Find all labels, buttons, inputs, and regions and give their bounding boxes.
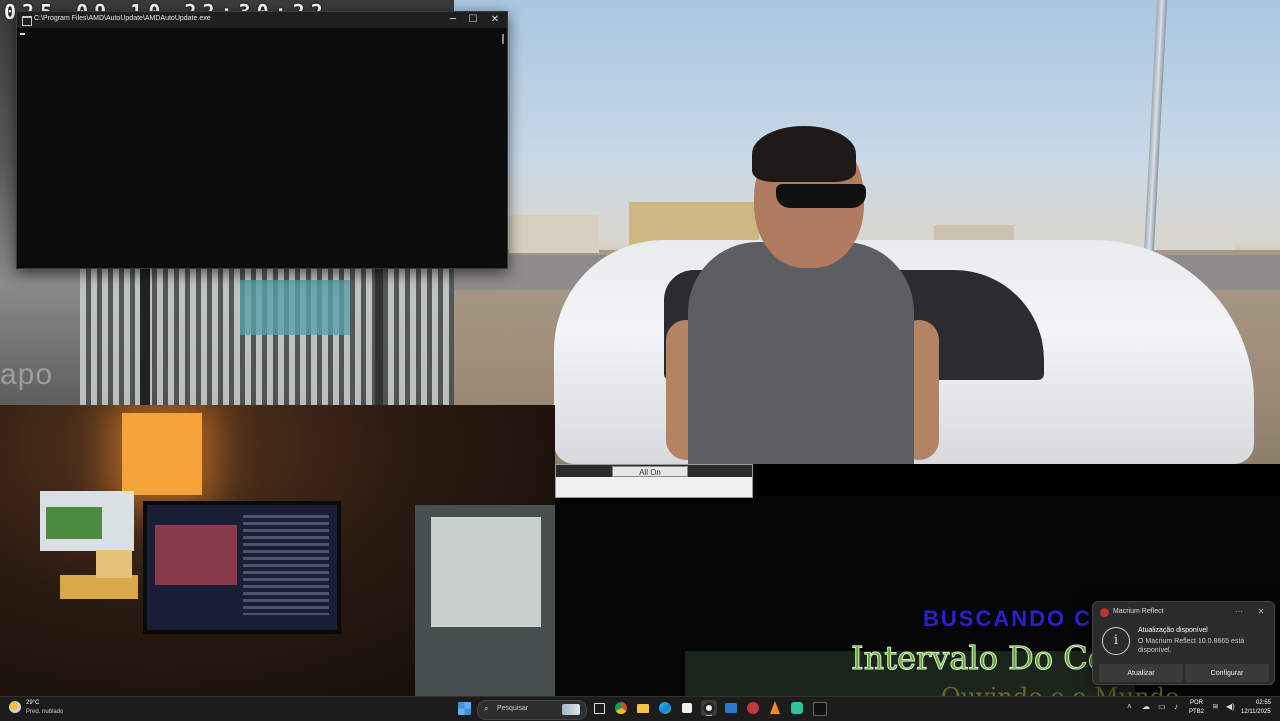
chrome-icon [615, 702, 627, 714]
console-titlebar[interactable]: C:\Program Files\AMD\AutoUpdate\AMDAutoU… [17, 12, 507, 28]
search-placeholder: Pesquisar [497, 705, 529, 712]
edge-button[interactable] [657, 700, 673, 716]
macrium-app-icon [1100, 608, 1109, 617]
terminal-button[interactable] [811, 700, 827, 716]
video-feed-desert [454, 0, 1280, 464]
sunglasses [776, 184, 866, 208]
notification-body: O Macrium Reflect 10.0.8665 está disponí… [1138, 638, 1245, 654]
camera-feed-room [0, 405, 555, 696]
task-view-button[interactable] [591, 700, 607, 716]
console-title: C:\Program Files\AMD\AutoUpdate\AMDAutoU… [34, 15, 211, 22]
notification-app-name: Macrium Reflect [1113, 608, 1164, 615]
configure-button[interactable]: Configurar [1185, 664, 1269, 682]
clock-time[interactable]: 02:55 [1256, 700, 1271, 706]
mini-control-window: All On [555, 464, 753, 498]
start-button[interactable] [456, 700, 472, 716]
active-indicator [706, 715, 712, 716]
wall-sign-text: apo [0, 358, 54, 391]
photos-icon [725, 703, 737, 713]
wifi-icon[interactable]: ≋ [1212, 702, 1219, 711]
console-scrollbar[interactable] [502, 34, 504, 44]
orange-lamp [122, 413, 202, 495]
search-highlight-icon [562, 704, 580, 715]
weather-description: Pred. nublado [26, 709, 64, 715]
app-green-icon [791, 702, 803, 714]
tray-chevron-icon[interactable]: ˄ [1127, 702, 1132, 711]
vlc-icon [770, 701, 780, 714]
file-explorer-button[interactable] [635, 700, 651, 716]
photos-button[interactable] [723, 700, 739, 716]
notification-close-button[interactable]: ✕ [1253, 605, 1269, 617]
clock-date[interactable]: 12/11/2025 [1241, 709, 1271, 715]
taskbar-search[interactable]: ⌕ Pesquisar [477, 700, 587, 720]
desk-item [96, 550, 132, 578]
stream-text-line1: BUSCANDO CO [923, 606, 1112, 631]
main-monitor [143, 501, 341, 634]
update-button[interactable]: Atualizar [1099, 664, 1183, 682]
maximize-button[interactable]: ☐ [461, 12, 485, 28]
blinds-frame [375, 265, 383, 405]
language-bottom[interactable]: PTB2 [1189, 709, 1204, 715]
store-icon [682, 703, 692, 713]
vlc-button[interactable] [767, 700, 783, 716]
close-button[interactable]: ✕ [483, 12, 507, 28]
info-icon: i [1102, 627, 1130, 655]
weather-temperature: 29°C [26, 700, 40, 706]
all-on-button[interactable]: All On [612, 466, 688, 477]
console-window[interactable]: C:\Program Files\AMD\AutoUpdate\AMDAutoU… [16, 11, 508, 269]
person-hair [752, 126, 856, 182]
red-app-button[interactable] [745, 700, 761, 716]
right-monitor [415, 505, 555, 696]
volume-icon[interactable]: ◀) [1226, 702, 1235, 711]
side-monitor [40, 491, 134, 551]
language-top[interactable]: POR [1190, 700, 1203, 706]
chrome-button[interactable] [613, 700, 629, 716]
background-wall [240, 280, 350, 335]
cloud-icon[interactable]: ☁ [1142, 702, 1150, 711]
desk-item [60, 575, 138, 599]
person-shirt [688, 242, 914, 464]
obs-button[interactable] [701, 700, 717, 716]
notification-heading: Atualização disponível [1138, 627, 1208, 634]
taskbar: 29°C Pred. nublado ⌕ Pesquisar ˄ ☁ ▭ ♪ P… [0, 696, 1280, 721]
macrium-notification[interactable]: Macrium Reflect ··· ✕ i Atualização disp… [1092, 601, 1275, 685]
windows-logo-icon [458, 702, 471, 715]
microphone-icon[interactable]: ♪ [1174, 702, 1178, 711]
weather-icon [9, 701, 21, 713]
file-explorer-icon [637, 704, 649, 713]
notification-more-button[interactable]: ··· [1231, 605, 1247, 617]
tray-app-icon[interactable]: ▭ [1158, 702, 1166, 711]
green-app-button[interactable] [789, 700, 805, 716]
edge-icon [659, 702, 671, 714]
building [509, 215, 599, 253]
terminal-icon [813, 702, 827, 716]
blinds-frame [140, 265, 150, 405]
task-view-icon [594, 703, 605, 714]
search-icon: ⌕ [484, 704, 489, 713]
app-red-icon [747, 702, 759, 714]
console-app-icon [22, 16, 32, 26]
console-cursor [20, 33, 25, 35]
obs-icon [703, 702, 715, 714]
stream-text-line2: Intervalo Do Ce [851, 639, 1108, 678]
store-button[interactable] [679, 700, 695, 716]
